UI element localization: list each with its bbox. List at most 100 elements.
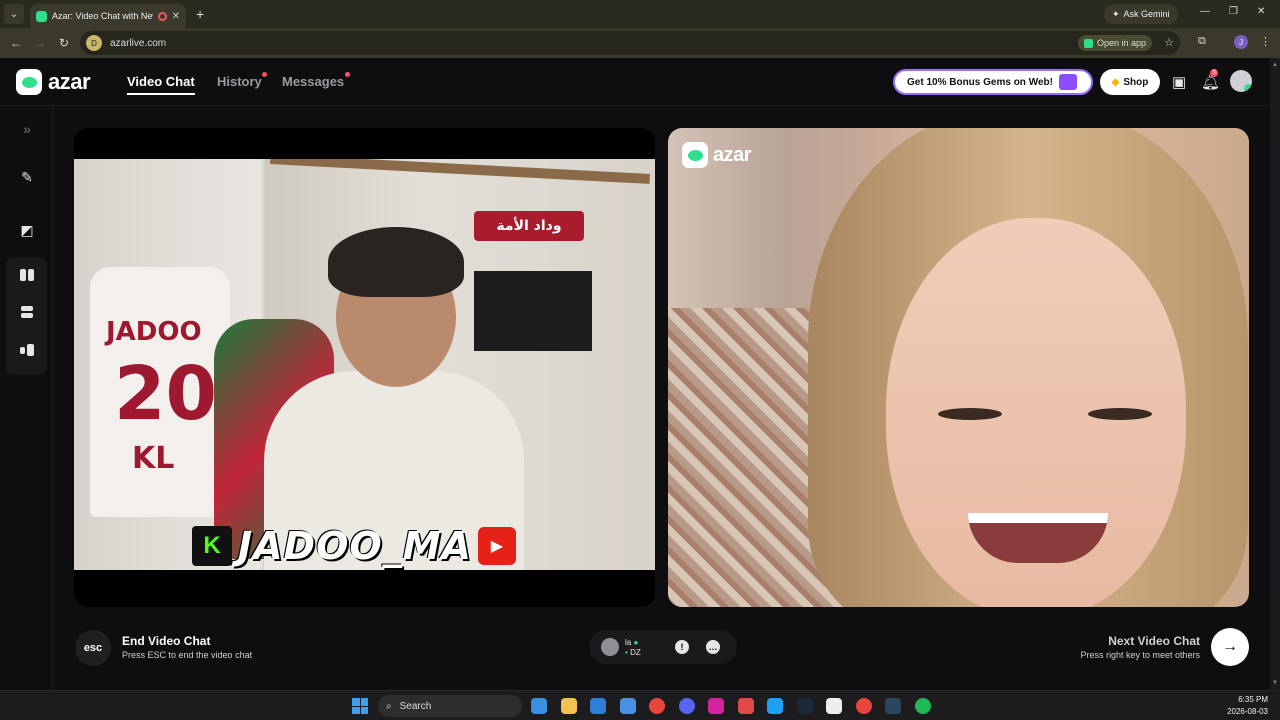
bookmark-star-icon[interactable]: ☆ <box>1164 36 1174 49</box>
ask-gemini-button[interactable]: ✦ Ask Gemini <box>1104 4 1178 24</box>
mail-icon[interactable] <box>590 698 606 714</box>
nav-video-chat[interactable]: Video Chat <box>127 74 195 95</box>
taskbar-search[interactable]: ⌕ Search <box>378 695 522 717</box>
url-field[interactable]: D azarlive.com Open in app ☆ <box>80 31 1180 55</box>
local-video-scene: وداد الأمة JADOO 20 KL K JADOO_MA ▶ <box>74 159 655 570</box>
peer-country: DZ <box>630 648 641 657</box>
gemini-icon: ✦ <box>1112 8 1120 19</box>
jersey-name: JADOO <box>106 317 202 347</box>
next-video-chat-hint: Press right key to meet others <box>1080 650 1200 660</box>
jersey-initials: KL <box>132 441 175 476</box>
layout-side-by-side-icon[interactable] <box>17 265 37 285</box>
shop-button[interactable]: ◆ Shop <box>1100 69 1160 95</box>
nav-history[interactable]: History <box>217 74 262 89</box>
kick-icon: K <box>192 526 232 566</box>
app-blue-icon[interactable] <box>767 698 783 714</box>
minimize-icon[interactable]: — <box>1200 6 1210 17</box>
local-video-feed: وداد الأمة JADOO 20 KL K JADOO_MA ▶ <box>74 128 655 607</box>
store-icon[interactable] <box>619 698 636 714</box>
scroll-down-icon[interactable]: ▼ <box>1272 680 1278 686</box>
end-video-chat-hint: Press ESC to end the video chat <box>122 650 253 660</box>
chat-bubble-icon[interactable]: … <box>706 640 720 654</box>
photos-icon[interactable] <box>531 698 547 714</box>
layout-stacked-icon[interactable] <box>17 302 37 322</box>
tab-close-icon[interactable]: ✕ <box>172 11 180 22</box>
scroll-up-icon[interactable]: ▲ <box>1272 62 1278 68</box>
remote-video-feed: azar <box>668 128 1249 607</box>
forward-icon[interactable]: → <box>28 36 52 50</box>
streamer-name: JADOO_MA <box>238 524 472 568</box>
instagram-icon[interactable] <box>708 698 724 714</box>
url-text: azarlive.com <box>110 37 167 49</box>
snipping-tool-icon[interactable] <box>737 698 754 714</box>
extensions-icon[interactable]: ⧉ <box>1198 35 1206 48</box>
online-status-icon <box>1244 84 1252 92</box>
end-video-chat-title: End Video Chat <box>122 634 211 648</box>
azar-favicon-icon <box>36 10 47 22</box>
file-explorer-icon[interactable] <box>560 698 577 714</box>
end-video-chat-button[interactable]: esc <box>75 630 111 666</box>
discord-icon[interactable] <box>678 698 695 714</box>
clock-date: 2026-08-03 <box>1227 707 1268 716</box>
history-unread-dot <box>262 72 267 77</box>
azar-logo-text: azar <box>48 69 91 94</box>
open-in-app-button[interactable]: Open in app <box>1077 35 1152 51</box>
open-in-app-label: Open in app <box>1096 38 1146 48</box>
browser-title-bar: ⌄ Azar: Video Chat with New ✕ + ✦ Ask Ge… <box>0 0 1280 28</box>
jersey-number: 20 <box>114 351 217 437</box>
reload-icon[interactable]: ↻ <box>52 36 76 50</box>
remote-eye-right <box>1088 408 1152 420</box>
remote-eye-left <box>938 408 1002 420</box>
expand-sidebar-icon[interactable]: » <box>17 119 37 139</box>
page-scrollbar[interactable]: ▲ ▼ <box>1270 58 1280 690</box>
layout-pip-icon[interactable] <box>17 340 37 360</box>
address-bar: ← → ↻ D azarlive.com Open in app ☆ ⧉ ⋮ <box>0 28 1280 58</box>
streamer-overlay: K JADOO_MA ▶ <box>192 524 516 568</box>
clock-time: 6:35 PM <box>1238 695 1268 704</box>
shop-label: Shop <box>1123 76 1149 88</box>
nav-messages[interactable]: Messages <box>282 74 344 89</box>
report-shield-icon[interactable]: ! <box>675 640 689 654</box>
restore-icon[interactable]: ❐ <box>1229 6 1238 17</box>
steam-icon[interactable] <box>796 698 813 714</box>
next-video-chat-button[interactable]: → <box>1211 628 1249 666</box>
new-tab-icon[interactable]: + <box>196 6 204 22</box>
bonus-gems-promo-button[interactable]: Get 10% Bonus Gems on Web! <box>893 69 1093 95</box>
window-close-icon[interactable]: ✕ <box>1257 6 1265 17</box>
effects-icon[interactable]: ◩ <box>17 220 37 240</box>
left-sidebar: » ✎ ◩ <box>0 107 53 690</box>
app-header: azar Video Chat History Messages Get 10%… <box>0 58 1270 106</box>
browser-tab[interactable]: Azar: Video Chat with New ✕ <box>30 4 186 28</box>
tab-search-icon[interactable]: ⌄ <box>4 4 24 24</box>
tab-title: Azar: Video Chat with New <box>52 11 153 21</box>
azar-app-icon <box>1083 38 1093 48</box>
chrome-icon[interactable] <box>649 698 665 714</box>
taskbar-search-label: Search <box>399 700 432 712</box>
magic-wand-icon[interactable]: ✎ <box>17 167 37 187</box>
browser-profile-avatar[interactable]: J <box>1234 35 1248 49</box>
back-icon[interactable]: ← <box>4 36 28 50</box>
azar-watermark: azar <box>682 142 752 168</box>
youtube-icon: ▶ <box>477 527 516 565</box>
peer-info: la ● ▪ DZ <box>625 638 641 658</box>
peer-info-bar: la ● ▪ DZ ! … <box>589 630 737 664</box>
azar-logo[interactable]: azar <box>16 69 91 95</box>
inbox-icon[interactable]: ▣ <box>1172 73 1186 91</box>
peer-name: la <box>625 638 632 647</box>
network-icon[interactable] <box>826 698 842 714</box>
jersey: JADOO 20 KL <box>90 267 230 517</box>
user-avatar[interactable] <box>1230 70 1252 92</box>
notification-badge: 3 <box>1210 69 1218 77</box>
steam-2-icon[interactable] <box>885 698 901 714</box>
local-person-hair <box>328 227 464 297</box>
arrow-right-icon: → <box>1222 638 1238 655</box>
site-info-icon[interactable]: D <box>86 35 102 51</box>
chrome-active-icon[interactable] <box>855 698 872 714</box>
windows-start-icon[interactable] <box>352 698 368 714</box>
system-clock[interactable]: 6:35 PM 2026-08-03 <box>1227 694 1268 718</box>
messages-unread-dot <box>345 72 350 77</box>
browser-menu-icon[interactable]: ⋮ <box>1260 35 1271 48</box>
peer-avatar[interactable] <box>601 638 619 656</box>
spotify-icon[interactable] <box>914 698 931 714</box>
recording-icon <box>157 11 167 21</box>
